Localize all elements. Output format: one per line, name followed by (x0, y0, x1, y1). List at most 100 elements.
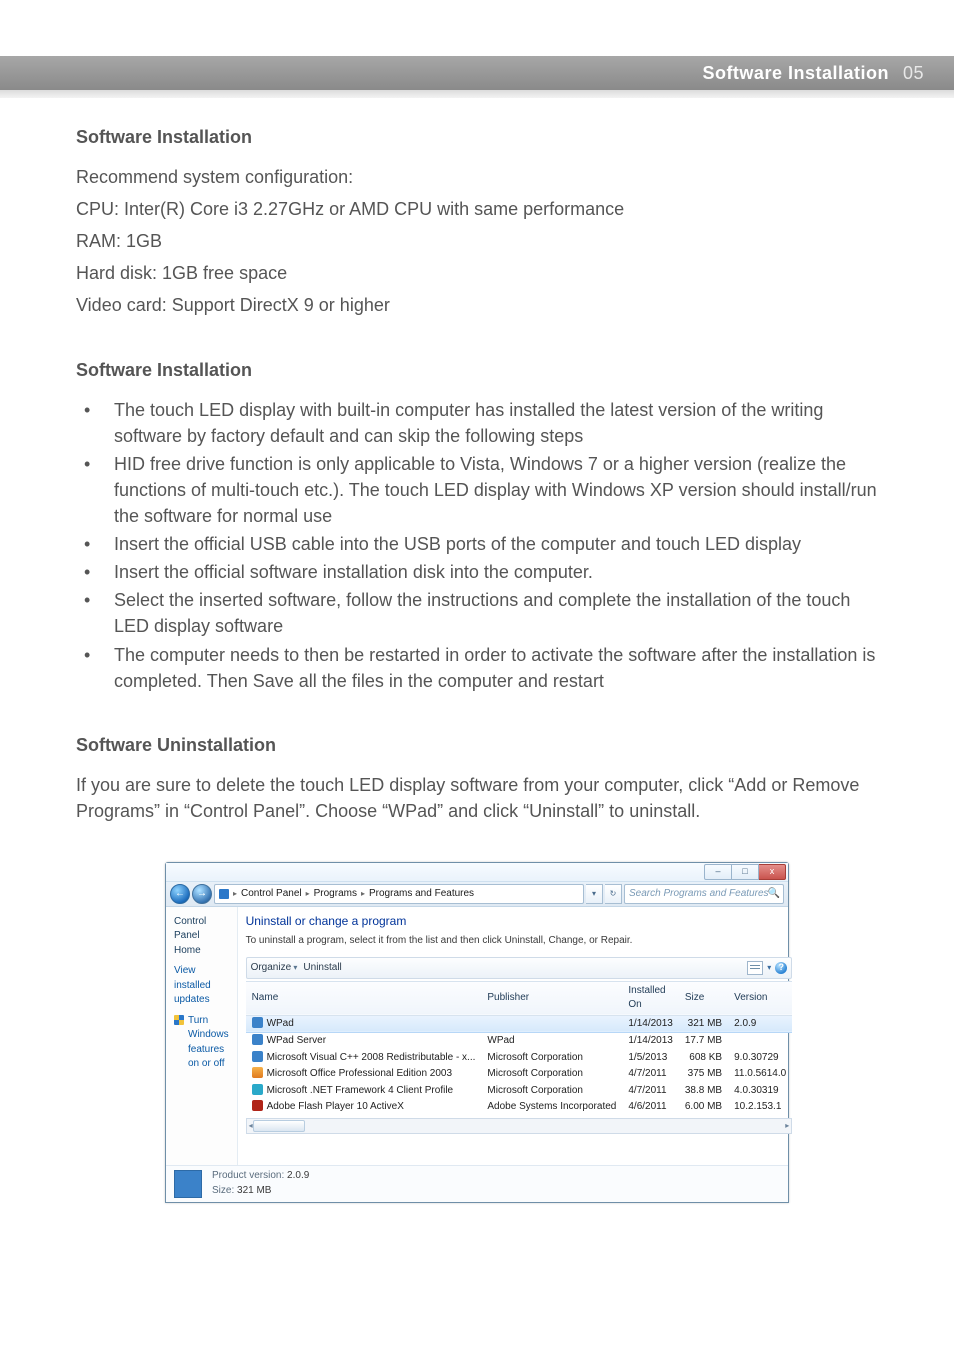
cell-version: 4.0.30319 (728, 1083, 792, 1100)
toolbar: Organize Uninstall ▾ ? (246, 957, 793, 979)
document-page: Software Installation 05 Software Instal… (0, 0, 954, 1354)
sidebar-link-label: Turn Windows features on or off (188, 1014, 229, 1072)
product-version-value: 2.0.9 (287, 1170, 309, 1181)
address-dropdown-button[interactable]: ▾ (586, 884, 603, 904)
close-button[interactable]: x (759, 864, 786, 880)
shield-icon (174, 1015, 184, 1025)
cell-name: Adobe Flash Player 10 ActiveX (267, 1101, 404, 1112)
table-row[interactable]: Microsoft .NET Framework 4 Client Profil… (246, 1083, 793, 1100)
cell-size: 321 MB (679, 1015, 728, 1033)
col-version[interactable]: Version (728, 981, 792, 1015)
main-title: Uninstall or change a program (246, 913, 793, 930)
cell-publisher: Adobe Systems Incorporated (481, 1099, 622, 1116)
section1-heading: Software Installation (76, 124, 878, 150)
breadcrumb-icon (219, 889, 229, 899)
view-options-button[interactable] (747, 961, 763, 975)
cell-installed: 4/6/2011 (622, 1099, 679, 1116)
address-bar-row: ← → ▸ Control Panel ▸ Programs ▸ Program… (166, 882, 788, 907)
install-bullets: The touch LED display with built-in comp… (76, 397, 878, 694)
col-size[interactable]: Size (679, 981, 728, 1015)
address-refresh-button[interactable]: ↻ (605, 884, 622, 904)
sidebar-home-link[interactable]: Control Panel Home (174, 915, 229, 959)
cell-version: 2.0.9 (728, 1015, 792, 1033)
window-body: Control Panel Home View installed update… (166, 907, 788, 1165)
bullet-item: The computer needs to then be restarted … (76, 642, 878, 694)
table-header-row: Name Publisher Installed On Size Version (246, 981, 793, 1015)
organize-menu[interactable]: Organize (251, 961, 298, 976)
selected-app-icon (174, 1170, 202, 1198)
scroll-left-arrow-icon[interactable]: ◂ (249, 1120, 253, 1132)
uninstall-para: If you are sure to delete the touch LED … (76, 772, 878, 824)
bullet-item: HID free drive function is only applicab… (76, 451, 878, 529)
search-input[interactable]: Search Programs and Features 🔍 (624, 884, 784, 904)
cell-name: Microsoft Visual C++ 2008 Redistributabl… (267, 1052, 476, 1063)
app-icon (252, 1051, 263, 1062)
cfg-line: CPU: Inter(R) Core i3 2.27GHz or AMD CPU… (76, 196, 878, 222)
uninstall-button[interactable]: Uninstall (303, 961, 341, 976)
cell-installed: 1/5/2013 (622, 1050, 679, 1067)
size-value: 321 MB (237, 1185, 271, 1196)
bullet-item: Select the inserted software, follow the… (76, 587, 878, 639)
cfg-line: Video card: Support DirectX 9 or higher (76, 292, 878, 318)
search-placeholder: Search Programs and Features (629, 887, 769, 902)
breadcrumb-item[interactable]: Programs and Features (369, 887, 474, 902)
app-icon (252, 1034, 263, 1045)
breadcrumb-item[interactable]: Control Panel (241, 887, 302, 902)
app-icon (252, 1017, 263, 1028)
header-page-number: 05 (903, 63, 924, 84)
nav-back-button[interactable]: ← (170, 884, 190, 904)
col-name[interactable]: Name (246, 981, 482, 1015)
cell-name: Microsoft .NET Framework 4 Client Profil… (267, 1085, 454, 1096)
minimize-button[interactable]: – (704, 864, 732, 880)
nav-forward-button[interactable]: → (192, 884, 212, 904)
table-row[interactable]: Adobe Flash Player 10 ActiveX Adobe Syst… (246, 1099, 793, 1116)
help-icon[interactable]: ? (775, 962, 787, 974)
cfg-line: RAM: 1GB (76, 228, 878, 254)
product-version-label: Product version: (212, 1170, 284, 1181)
cell-size: 17.7 MB (679, 1033, 728, 1050)
sidebar-link-features[interactable]: Turn Windows features on or off (174, 1014, 229, 1072)
cell-publisher: Microsoft Corporation (481, 1066, 622, 1083)
cell-name: WPad Server (267, 1035, 326, 1046)
cell-installed: 1/14/2013 (622, 1033, 679, 1050)
cell-size: 608 KB (679, 1050, 728, 1067)
cell-size: 375 MB (679, 1066, 728, 1083)
chevron-right-icon: ▸ (233, 888, 237, 900)
bullet-item: Insert the official USB cable into the U… (76, 531, 878, 557)
col-publisher[interactable]: Publisher (481, 981, 622, 1015)
cell-size: 38.8 MB (679, 1083, 728, 1100)
main-subtitle: To uninstall a program, select it from t… (246, 934, 793, 949)
program-list-body: WPad 1/14/2013 321 MB 2.0.9 WPad Server … (246, 1015, 793, 1116)
table-row[interactable]: Microsoft Office Professional Edition 20… (246, 1066, 793, 1083)
breadcrumb-item[interactable]: Programs (314, 887, 357, 902)
section2-heading: Software Installation (76, 357, 878, 383)
breadcrumb-bar[interactable]: ▸ Control Panel ▸ Programs ▸ Programs an… (214, 884, 584, 904)
chevron-down-icon[interactable]: ▾ (767, 962, 771, 974)
main-panel: Uninstall or change a program To uninsta… (238, 907, 801, 1165)
cell-name: WPad (267, 1018, 294, 1029)
cell-size: 6.00 MB (679, 1099, 728, 1116)
table-row[interactable]: WPad 1/14/2013 321 MB 2.0.9 (246, 1015, 793, 1033)
cell-version: 10.2.153.1 (728, 1099, 792, 1116)
maximize-button[interactable]: □ (732, 864, 759, 880)
content-area: Software Installation Recommend system c… (0, 98, 954, 1213)
header-underline (0, 90, 954, 98)
table-row[interactable]: Microsoft Visual C++ 2008 Redistributabl… (246, 1050, 793, 1067)
horizontal-scrollbar[interactable]: ◂ ▸ (246, 1118, 793, 1134)
chevron-right-icon: ▸ (361, 888, 365, 900)
section-uninstall: Software Uninstallation If you are sure … (76, 732, 878, 824)
scroll-thumb[interactable] (253, 1120, 305, 1132)
scroll-right-arrow-icon[interactable]: ▸ (785, 1120, 789, 1132)
cell-publisher (481, 1015, 622, 1033)
section3-heading: Software Uninstallation (76, 732, 878, 758)
size-label: Size: (212, 1185, 234, 1196)
screenshot-wrapper: – □ x ← → ▸ Control Panel ▸ Programs ▸ P… (76, 862, 878, 1203)
details-text: Product version: 2.0.9 Size: 321 MB (212, 1169, 309, 1198)
col-installed[interactable]: Installed On (622, 981, 679, 1015)
cfg-line: Hard disk: 1GB free space (76, 260, 878, 286)
table-row[interactable]: WPad Server WPad 1/14/2013 17.7 MB (246, 1033, 793, 1050)
cell-publisher: Microsoft Corporation (481, 1050, 622, 1067)
details-pane: Product version: 2.0.9 Size: 321 MB (166, 1165, 788, 1202)
sidebar-link-updates[interactable]: View installed updates (174, 964, 229, 1008)
cell-version: 11.0.5614.0 (728, 1066, 792, 1083)
